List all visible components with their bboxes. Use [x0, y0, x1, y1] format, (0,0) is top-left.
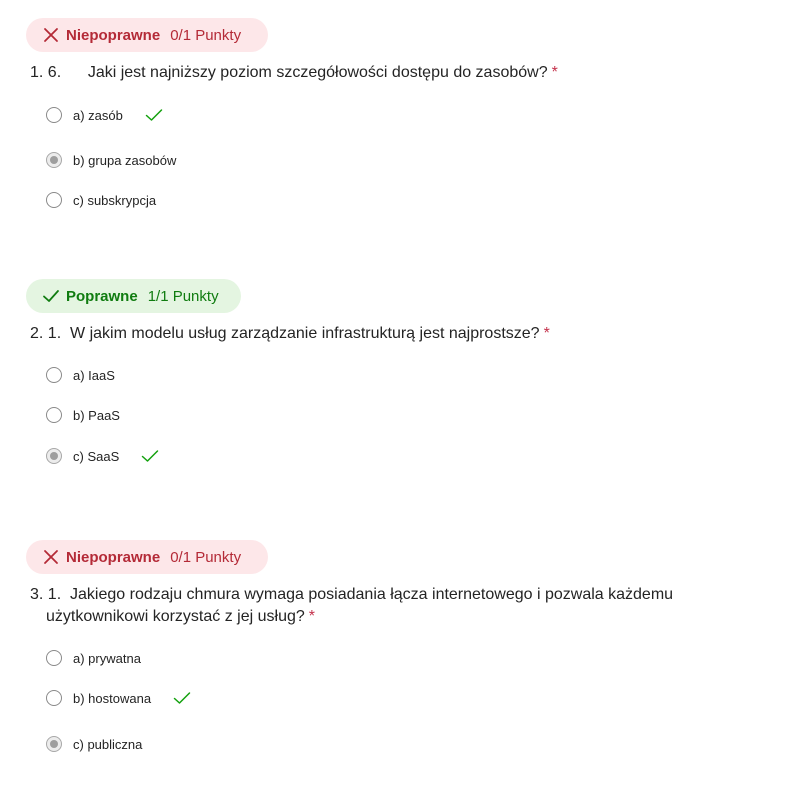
radio-button[interactable] — [46, 107, 62, 123]
required-mark: * — [308, 608, 315, 625]
result-points: 0/1 Punkty — [170, 26, 242, 44]
radio-button[interactable] — [46, 650, 62, 666]
option-c[interactable]: c) publiczna — [46, 732, 142, 756]
option-c[interactable]: c) subskrypcja — [46, 188, 156, 212]
radio-button[interactable] — [46, 192, 62, 208]
question-body: 1. W jakim modelu usług zarządzanie infr… — [47, 325, 540, 342]
required-mark: * — [543, 325, 550, 342]
radio-button-selected[interactable] — [46, 152, 62, 168]
option-a[interactable]: a) IaaS — [46, 363, 115, 387]
close-icon — [44, 28, 58, 42]
question-body-line2: użytkownikowi korzystać z jej usług? — [46, 608, 305, 625]
result-badge-incorrect: Niepoprawne 0/1 Punkty — [26, 18, 268, 52]
result-status: Niepoprawne — [66, 548, 161, 566]
option-b[interactable]: b) PaaS — [46, 403, 120, 427]
question-text: 2. 1. W jakim modelu usług zarządzanie i… — [30, 323, 550, 345]
result-points: 0/1 Punkty — [170, 548, 242, 566]
question-text: 3. 1. Jakiego rodzaju chmura wymaga posi… — [30, 584, 730, 628]
option-c[interactable]: c) SaaS — [46, 444, 159, 468]
radio-button-selected[interactable] — [46, 736, 62, 752]
radio-button[interactable] — [46, 367, 62, 383]
question-number: 3. — [30, 586, 44, 603]
question-text: 1. 6. Jaki jest najniższy poziom szczegó… — [30, 62, 558, 84]
result-status: Poprawne — [66, 287, 138, 305]
option-label: b) hostowana — [73, 690, 152, 706]
close-icon — [44, 550, 58, 564]
result-points: 1/1 Punkty — [147, 287, 219, 305]
radio-button-selected[interactable] — [46, 448, 62, 464]
option-label: c) SaaS — [73, 448, 120, 464]
question-number: 2. — [30, 325, 44, 342]
result-badge-correct: Poprawne 1/1 Punkty — [26, 279, 241, 313]
option-label: a) zasób — [73, 107, 123, 123]
option-label: a) IaaS — [73, 367, 115, 383]
question-body: 6. Jaki jest najniższy poziom szczegółow… — [47, 64, 548, 81]
result-badge-incorrect: Niepoprawne 0/1 Punkty — [26, 540, 268, 574]
option-label: a) prywatna — [73, 650, 141, 666]
required-mark: * — [551, 64, 558, 81]
result-status: Niepoprawne — [66, 26, 161, 44]
checkmark-icon — [142, 450, 159, 462]
checkmark-icon — [173, 692, 191, 704]
option-label: c) subskrypcja — [73, 192, 157, 208]
checkmark-icon — [43, 290, 59, 302]
question-body-line1: 1. Jakiego rodzaju chmura wymaga posiada… — [47, 586, 674, 603]
option-b[interactable]: b) grupa zasobów — [46, 148, 176, 172]
option-a[interactable]: a) prywatna — [46, 646, 141, 670]
option-label: b) grupa zasobów — [73, 152, 177, 168]
question-number: 1. — [30, 64, 44, 81]
option-label: b) PaaS — [73, 407, 120, 423]
radio-button[interactable] — [46, 407, 62, 423]
option-a[interactable]: a) zasób — [46, 103, 163, 127]
option-label: c) publiczna — [73, 736, 143, 752]
checkmark-icon — [145, 109, 163, 121]
radio-button[interactable] — [46, 690, 62, 706]
option-b[interactable]: b) hostowana — [46, 686, 191, 710]
